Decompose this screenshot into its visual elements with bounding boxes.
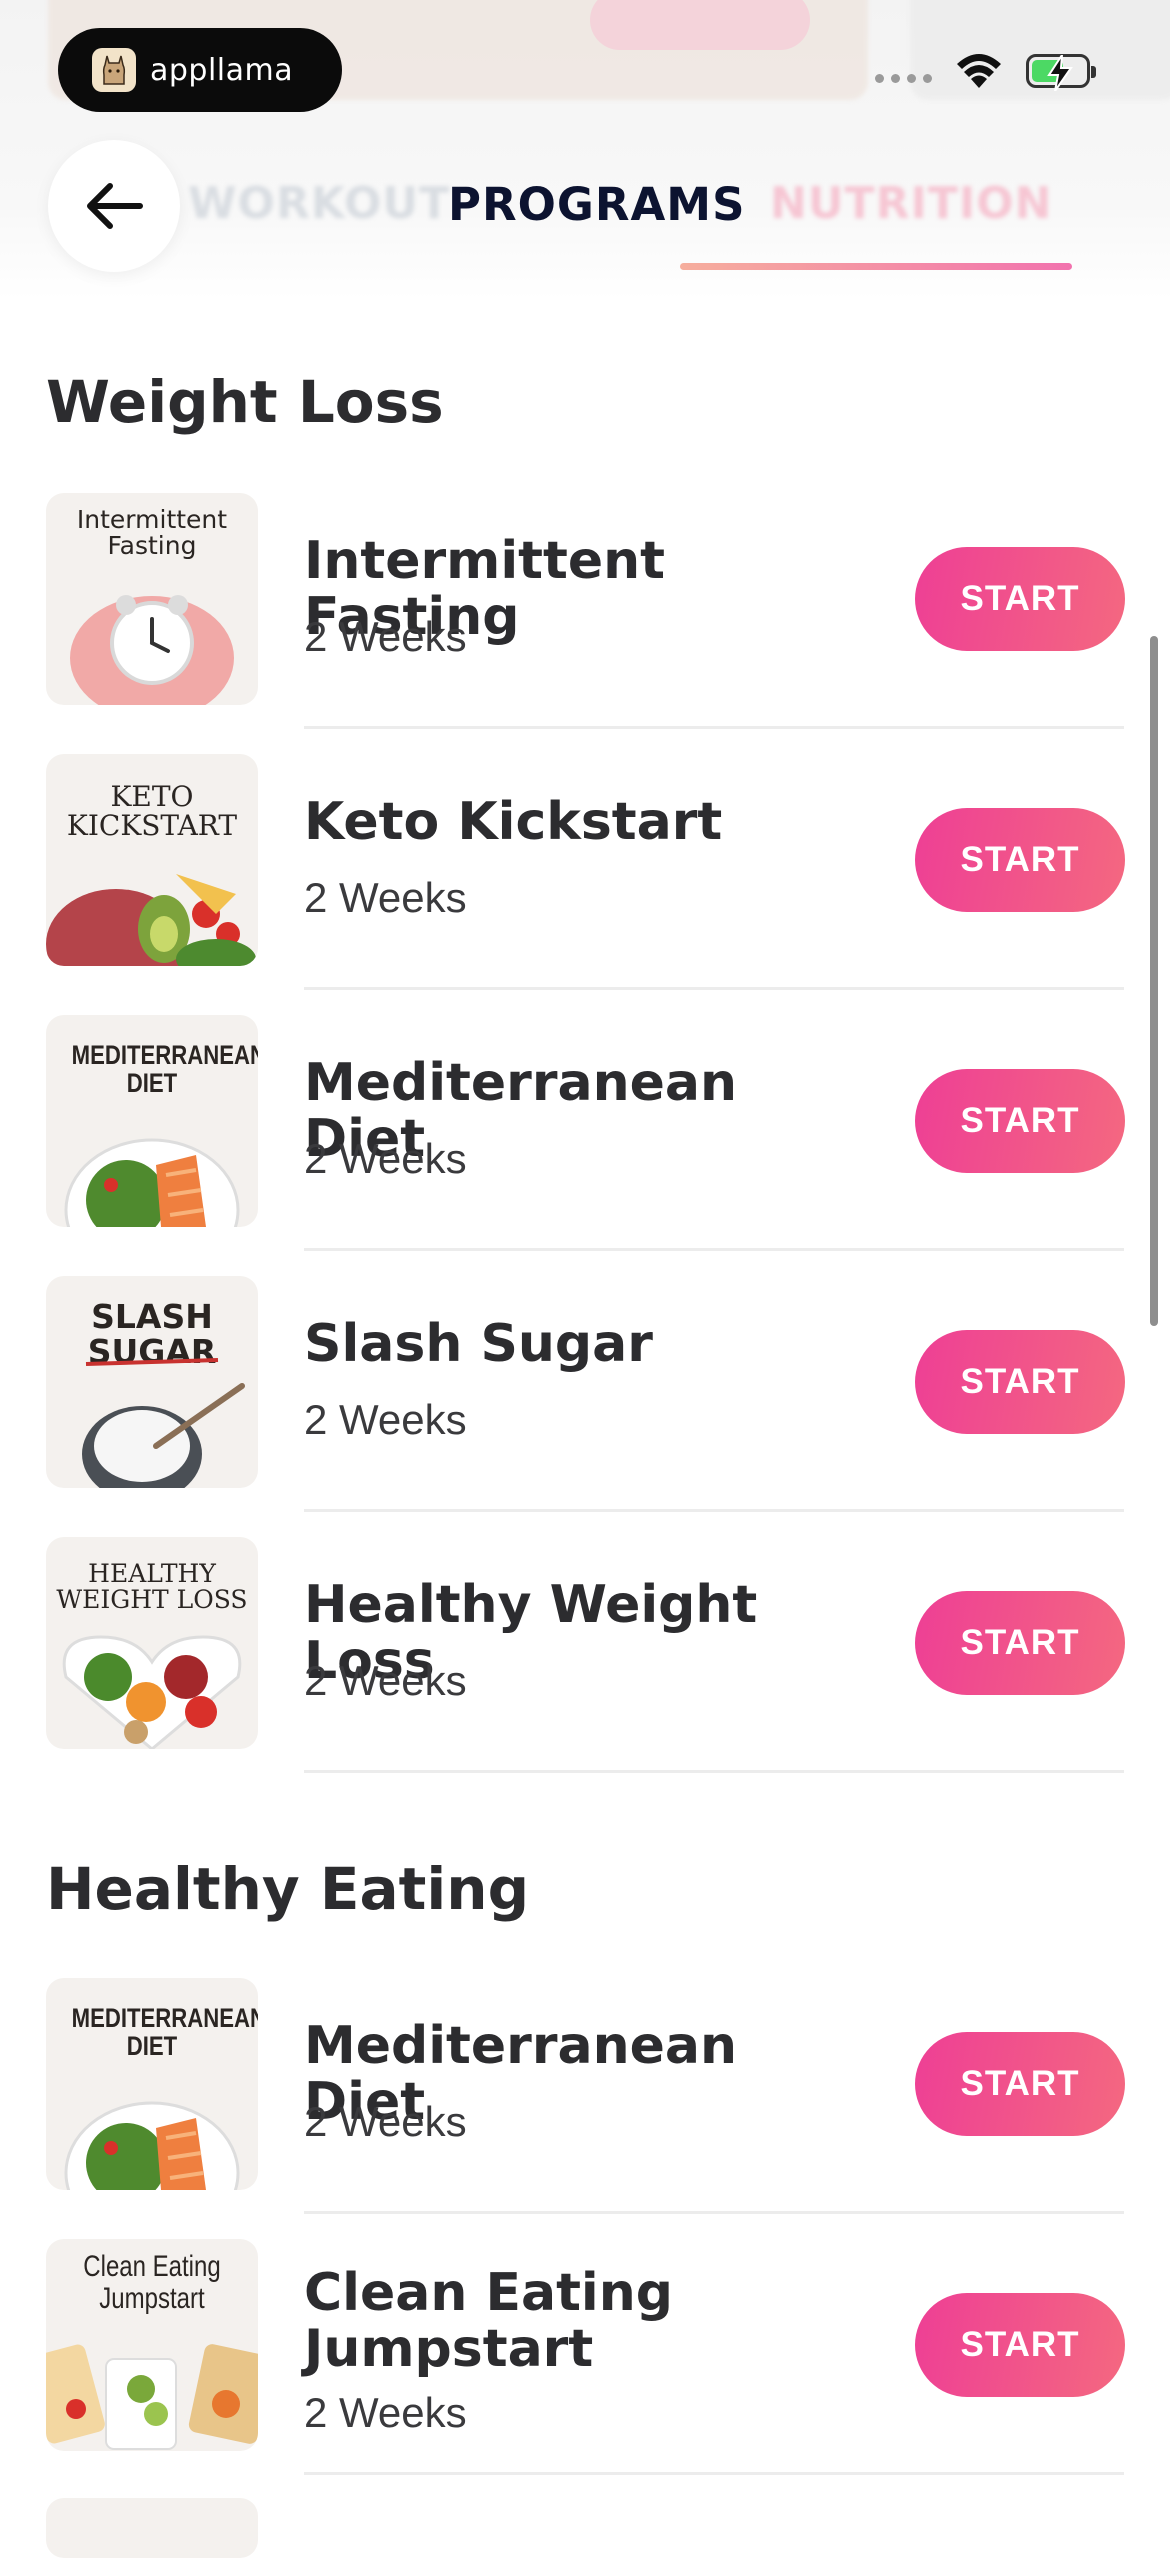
- program-duration: 2 Weeks: [304, 2098, 467, 2145]
- divider: [304, 1248, 1124, 1251]
- list-item[interactable]: [0, 2498, 1170, 2558]
- food-plate-icon: [46, 874, 256, 966]
- sugar-bowl-icon: [82, 1358, 245, 1488]
- start-button[interactable]: START: [915, 1591, 1125, 1695]
- list-item[interactable]: MEDITERRANEAN DIET Mediterranean Diet 2 …: [0, 1978, 1170, 2239]
- program-thumbnail: KETO KICKSTART: [46, 754, 258, 966]
- start-button[interactable]: START: [915, 808, 1125, 912]
- divider: [304, 1509, 1124, 1512]
- brand-badge: appllama: [58, 28, 342, 112]
- background-pill: [590, 0, 810, 50]
- brand-name: appllama: [150, 52, 294, 88]
- list-item[interactable]: KETO KICKSTART Keto Kickstart 2 Weeks ST…: [0, 754, 1170, 1015]
- section-title-weight-loss: Weight Loss: [46, 368, 444, 436]
- arrow-left-icon: [87, 183, 143, 229]
- tab-programs[interactable]: PROGRAMS: [448, 178, 746, 231]
- program-duration: 2 Weeks: [304, 613, 467, 660]
- signal-dots-icon: [875, 73, 932, 83]
- start-button[interactable]: START: [915, 1069, 1125, 1173]
- section-title-healthy-eating: Healthy Eating: [46, 1855, 530, 1923]
- start-button[interactable]: START: [915, 547, 1125, 651]
- program-duration: 2 Weeks: [304, 2389, 467, 2436]
- tab-workout[interactable]: WORKOUT: [188, 178, 450, 229]
- program-title: Clean Eating Jumpstart: [304, 2263, 674, 2379]
- start-button[interactable]: START: [915, 2032, 1125, 2136]
- start-button[interactable]: START: [915, 1330, 1125, 1434]
- divider: [304, 1770, 1124, 1773]
- list-item[interactable]: HEALTHY WEIGHT LOSS Healthy Weight Loss …: [0, 1537, 1170, 1798]
- divider: [304, 726, 1124, 729]
- program-title: Slash Sugar: [304, 1314, 653, 1374]
- start-button[interactable]: START: [915, 2293, 1125, 2397]
- wifi-icon: [957, 54, 1001, 88]
- program-duration: 2 Weeks: [304, 874, 467, 921]
- divider: [304, 2211, 1124, 2214]
- alarm-clock-icon: [70, 595, 234, 705]
- program-duration: 2 Weeks: [304, 1657, 467, 1704]
- list-item[interactable]: Clean Eating Jumpstart Clean Eating Jump…: [0, 2239, 1170, 2500]
- list-item[interactable]: MEDITERRANEAN DIET Mediterranean Diet 2 …: [0, 1015, 1170, 1276]
- divider: [304, 2472, 1124, 2475]
- salad-bowl-icon: [64, 1138, 240, 1227]
- back-button[interactable]: [48, 140, 180, 272]
- list-item[interactable]: Intermittent Fasting Intermittent Fastin…: [0, 493, 1170, 754]
- status-icons: [875, 52, 1096, 91]
- program-thumbnail: SLASH SUGAR: [46, 1276, 258, 1488]
- program-thumbnail: MEDITERRANEAN DIET: [46, 1978, 258, 2190]
- salad-bowl-icon: [64, 2101, 240, 2190]
- top-bar: appllama WORKOUT PROGRAMS NUTRITION: [0, 0, 1170, 300]
- program-thumbnail: Clean Eating Jumpstart: [46, 2239, 258, 2451]
- divider: [304, 987, 1124, 990]
- tab-nutrition[interactable]: NUTRITION: [770, 178, 1052, 229]
- meal-prep-icon: [46, 2344, 258, 2450]
- tab-indicator: [680, 263, 1072, 270]
- program-title: Keto Kickstart: [304, 792, 723, 852]
- program-duration: 2 Weeks: [304, 1396, 467, 1443]
- scrollbar[interactable]: [1150, 636, 1158, 1326]
- heart-bowl-icon: [62, 1635, 242, 1749]
- program-thumbnail: Intermittent Fasting: [46, 493, 258, 705]
- program-thumbnail: [46, 2498, 258, 2558]
- program-duration: 2 Weeks: [304, 1135, 467, 1182]
- battery-icon: [1026, 54, 1096, 91]
- llama-logo-icon: [92, 48, 136, 92]
- program-thumbnail: HEALTHY WEIGHT LOSS: [46, 1537, 258, 1749]
- list-item[interactable]: SLASH SUGAR Slash Sugar 2 Weeks START: [0, 1276, 1170, 1537]
- program-thumbnail: MEDITERRANEAN DIET: [46, 1015, 258, 1227]
